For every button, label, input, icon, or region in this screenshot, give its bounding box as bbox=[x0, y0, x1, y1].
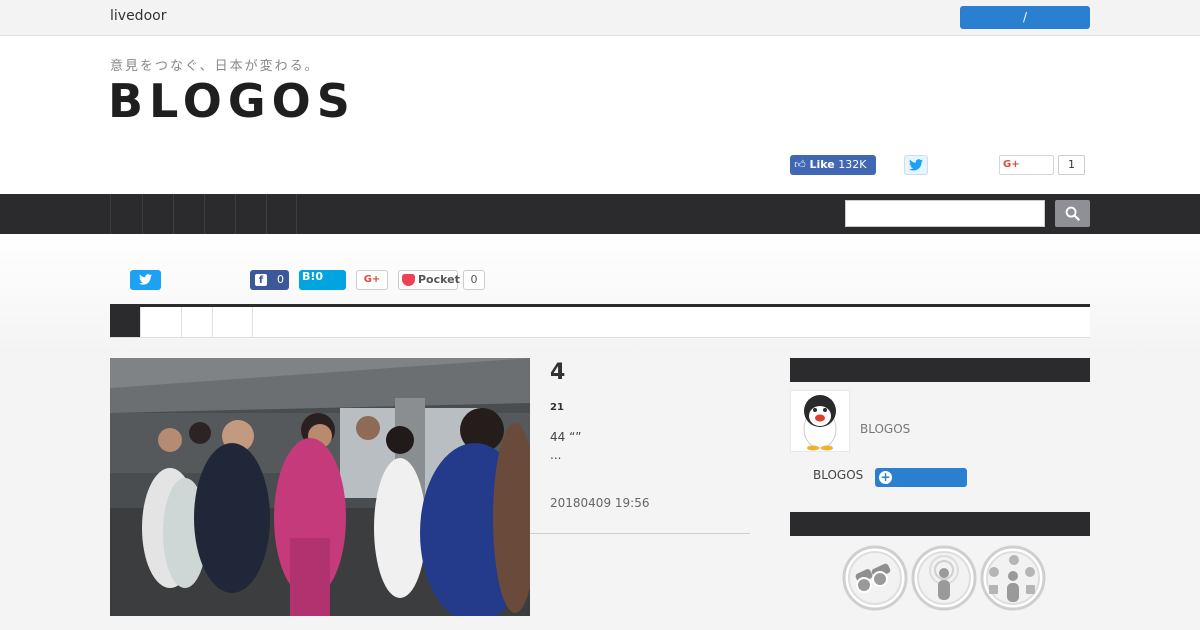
share-hatena-button[interactable]: B!0 bbox=[299, 270, 346, 290]
twitter-bird-icon bbox=[139, 274, 152, 285]
sidebar-label: BLOGOS bbox=[813, 468, 864, 482]
pocket-label: Pocket bbox=[418, 273, 460, 286]
gplus-count: 1 bbox=[1058, 155, 1085, 175]
nav-item[interactable] bbox=[235, 194, 266, 234]
facebook-like-button[interactable]: 👍︎ Like 132K bbox=[790, 155, 876, 175]
article-subtitle: 21 bbox=[550, 402, 564, 413]
gplus-button[interactable]: G+ bbox=[999, 155, 1054, 175]
share-pocket-button[interactable]: Pocket bbox=[398, 270, 460, 290]
site-tagline: 意見をつなぐ、日本が変わる。 bbox=[110, 59, 320, 74]
nav-item[interactable] bbox=[266, 194, 297, 234]
blogos-logo[interactable]: BLOGOS bbox=[108, 74, 356, 128]
binoculars-badge-icon[interactable] bbox=[842, 545, 908, 611]
article-tabs bbox=[110, 304, 1090, 338]
top-bar: livedoor / bbox=[0, 0, 1200, 36]
search-button[interactable] bbox=[1055, 200, 1090, 227]
person-social-badge-icon[interactable] bbox=[980, 545, 1046, 611]
facebook-share-count: 0 bbox=[277, 273, 284, 286]
sidebar-section-header bbox=[790, 358, 1090, 382]
pocket-count: 0 bbox=[463, 270, 485, 290]
author-name[interactable]: BLOGOS bbox=[860, 422, 910, 436]
article-excerpt: 44 “” bbox=[550, 430, 582, 444]
facebook-like-count: 132K bbox=[838, 158, 867, 171]
twitter-follow-button[interactable] bbox=[904, 155, 928, 175]
person-radar-badge-icon[interactable] bbox=[911, 545, 977, 611]
follow-button[interactable]: + bbox=[875, 468, 967, 487]
share-gplus-button[interactable]: G+ bbox=[356, 270, 388, 290]
hatena-count: 0 bbox=[315, 270, 324, 283]
tab[interactable] bbox=[213, 307, 253, 337]
nav-item[interactable] bbox=[173, 194, 204, 234]
thumbs-up-icon: 👍︎ bbox=[794, 158, 806, 171]
article-photo[interactable] bbox=[110, 358, 530, 616]
nav-item[interactable] bbox=[204, 194, 235, 234]
livedoor-brand-link[interactable]: livedoor bbox=[110, 8, 166, 24]
search-input[interactable] bbox=[845, 200, 1045, 227]
share-twitter-button[interactable] bbox=[130, 270, 161, 290]
article-ellipsis: ... bbox=[550, 448, 562, 462]
pocket-icon bbox=[402, 274, 415, 286]
penguin-mascot-icon bbox=[803, 395, 837, 451]
article-title[interactable]: 4 bbox=[550, 360, 565, 385]
search-icon bbox=[1065, 206, 1080, 221]
share-facebook-button[interactable]: f 0 bbox=[250, 270, 289, 290]
site-header: 意見をつなぐ、日本が変わる。 BLOGOS 👍︎ Like 132K G+ 1 bbox=[0, 36, 1200, 194]
tab[interactable] bbox=[182, 307, 213, 337]
sidebar-section-header-2 bbox=[790, 512, 1090, 536]
facebook-like-label: Like bbox=[809, 158, 835, 171]
twitter-bird-icon bbox=[909, 159, 923, 171]
hatena-label: B! bbox=[302, 270, 316, 283]
login-button[interactable]: / bbox=[960, 6, 1090, 29]
avatar[interactable] bbox=[790, 390, 850, 452]
divider bbox=[530, 533, 750, 534]
tab[interactable] bbox=[141, 307, 182, 337]
nav-item[interactable] bbox=[110, 194, 142, 234]
plus-icon: + bbox=[879, 470, 892, 484]
facebook-icon: f bbox=[255, 274, 267, 286]
article-photo-illustration bbox=[110, 358, 530, 616]
article-date: 20180409 19:56 bbox=[550, 496, 650, 510]
nav-item[interactable] bbox=[142, 194, 173, 234]
tab-active[interactable] bbox=[110, 307, 141, 337]
